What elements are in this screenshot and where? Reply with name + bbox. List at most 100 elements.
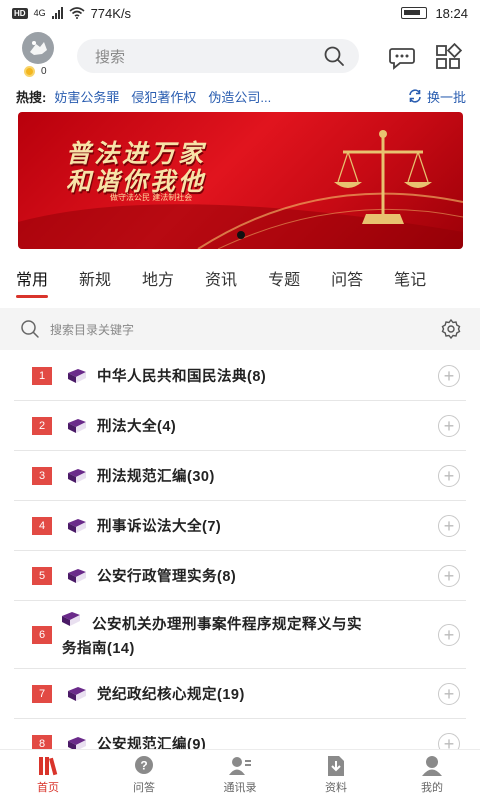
user-icon (422, 756, 442, 776)
tab-notes[interactable]: 笔记 (394, 266, 426, 302)
clock: 18:24 (435, 5, 468, 21)
item-title: 中华人民共和国民法典(8) (97, 369, 267, 385)
book-icon (68, 418, 86, 433)
hot-search-bar: 热搜: 妨害公务罪 侵犯著作权 伪造公司... 换一批 (16, 86, 466, 106)
hot-keyword[interactable]: 侵犯著作权 (131, 87, 196, 106)
item-number: 8 (32, 734, 52, 749)
list-item[interactable]: 2 刑法大全(4) + (14, 401, 466, 451)
hot-search-label: 热搜: (16, 89, 47, 105)
item-number: 2 (32, 416, 52, 435)
book-icon (68, 686, 86, 701)
book-icon (68, 468, 86, 483)
nav-label: 资料 (325, 782, 347, 794)
refresh-icon (409, 89, 421, 103)
nav-qa[interactable]: ? 问答 (96, 750, 192, 800)
list-item[interactable]: 3 刑法规范汇编(30) + (14, 451, 466, 501)
item-number: 1 (32, 366, 52, 385)
wifi-icon (69, 7, 85, 19)
item-title: 公安规范汇编(9) (97, 737, 207, 749)
nav-label: 我的 (421, 782, 443, 794)
book-icon (62, 612, 80, 626)
item-title: 刑法大全(4) (97, 419, 177, 435)
add-button[interactable]: + (438, 682, 460, 705)
tab-local[interactable]: 地方 (142, 266, 174, 302)
book-icon (68, 368, 86, 383)
list-item[interactable]: 4 刑事诉讼法大全(7) + (14, 501, 466, 551)
item-title: 刑法规范汇编(30) (97, 469, 215, 485)
item-number: 7 (32, 684, 52, 703)
scales-of-justice-icon (334, 130, 432, 224)
battery-icon (401, 7, 428, 19)
bottom-nav: 首页 ? 问答 通讯录 资料 我的 (0, 749, 480, 800)
books-icon (39, 757, 58, 776)
tab-news[interactable]: 资讯 (205, 266, 237, 302)
nav-label: 问答 (133, 782, 155, 794)
search-icon[interactable] (323, 45, 345, 67)
add-button[interactable]: + (438, 464, 460, 487)
item-number: 6 (32, 626, 52, 644)
apps-grid-icon[interactable] (434, 43, 462, 71)
item-title: 刑事诉讼法大全(7) (97, 519, 222, 535)
book-icon (68, 736, 86, 749)
catalog-search-placeholder: 搜索目录关键字 (50, 322, 135, 337)
coin-icon (24, 66, 35, 77)
hot-keyword[interactable]: 伪造公司... (208, 87, 271, 106)
book-icon (68, 518, 86, 533)
settings-gear-icon[interactable] (440, 318, 462, 340)
contacts-icon (229, 757, 251, 775)
coin-count: 0 (41, 66, 47, 77)
search-bar[interactable]: 搜索 (77, 39, 359, 73)
search-placeholder: 搜索 (95, 48, 126, 66)
item-number: 3 (32, 466, 52, 485)
list-item[interactable]: 7 党纪政纪核心规定(19) + (14, 669, 466, 719)
list-item[interactable]: 5 公安行政管理实务(8) + (14, 551, 466, 601)
catalog-search-bar[interactable]: 搜索目录关键字 (0, 308, 480, 350)
tab-topics[interactable]: 专题 (268, 266, 300, 302)
hot-keyword[interactable]: 妨害公务罪 (54, 87, 119, 106)
item-title: 公安行政管理实务(8) (97, 569, 237, 585)
book-icon (68, 568, 86, 583)
item-title-line1: 公安机关办理刑事案件程序规定释义与实 (92, 617, 362, 633)
item-title-line2: 务指南(14) (62, 641, 135, 657)
add-button[interactable]: + (438, 623, 460, 646)
nav-label: 首页 (37, 782, 59, 794)
add-button[interactable]: + (438, 514, 460, 537)
nav-contacts[interactable]: 通讯录 (192, 750, 288, 800)
add-button[interactable]: + (438, 564, 460, 587)
tab-common[interactable]: 常用 (16, 266, 49, 302)
nav-label: 通讯录 (223, 782, 257, 794)
avatar[interactable] (22, 32, 54, 64)
app-header: 0 搜索 (0, 30, 480, 82)
list-item[interactable]: 8 公安规范汇编(9) + (14, 719, 466, 749)
search-icon (21, 320, 39, 338)
tab-new-rules[interactable]: 新规 (79, 266, 111, 302)
category-tabs: 常用 新规 地方 资讯 专题 问答 笔记 (0, 266, 480, 302)
refresh-label: 换一批 (426, 89, 466, 105)
svg-text:?: ? (140, 759, 147, 773)
nav-mine[interactable]: 我的 (384, 750, 480, 800)
list-item[interactable]: 1 中华人民共和国民法典(8) + (14, 351, 466, 401)
coin-balance[interactable]: 0 (24, 66, 47, 77)
item-number: 5 (32, 566, 52, 585)
add-button[interactable]: + (438, 732, 460, 749)
network-type: 4G (33, 8, 46, 18)
refresh-hot-button[interactable]: 换一批 (407, 87, 466, 106)
status-bar: HD 4G 774K/s 18:24 (0, 0, 480, 26)
tab-qa[interactable]: 问答 (331, 266, 363, 302)
list-item[interactable]: 6 公安机关办理刑事案件程序规定释义与实 务指南(14) + (14, 601, 466, 669)
question-bubble-icon: ? (135, 756, 153, 774)
catalog-list: 1 中华人民共和国民法典(8) + 2 刑法大全(4) + 3 刑法规范汇编(3… (14, 351, 466, 749)
nav-materials[interactable]: 资料 (288, 750, 384, 800)
signal-icon (51, 7, 63, 19)
nav-home[interactable]: 首页 (0, 750, 96, 800)
promo-banner[interactable]: 普法进万家 和谐你我他 做守法公民 建法制社会 (18, 112, 463, 249)
item-number: 4 (32, 516, 52, 535)
download-doc-icon (328, 756, 344, 776)
message-icon[interactable] (388, 43, 416, 71)
add-button[interactable]: + (438, 364, 460, 387)
banner-page-indicator (237, 231, 245, 239)
hd-badge: HD (12, 7, 28, 19)
item-title: 党纪政纪核心规定(19) (97, 687, 245, 703)
net-speed: 774K/s (90, 5, 132, 21)
add-button[interactable]: + (438, 414, 460, 437)
